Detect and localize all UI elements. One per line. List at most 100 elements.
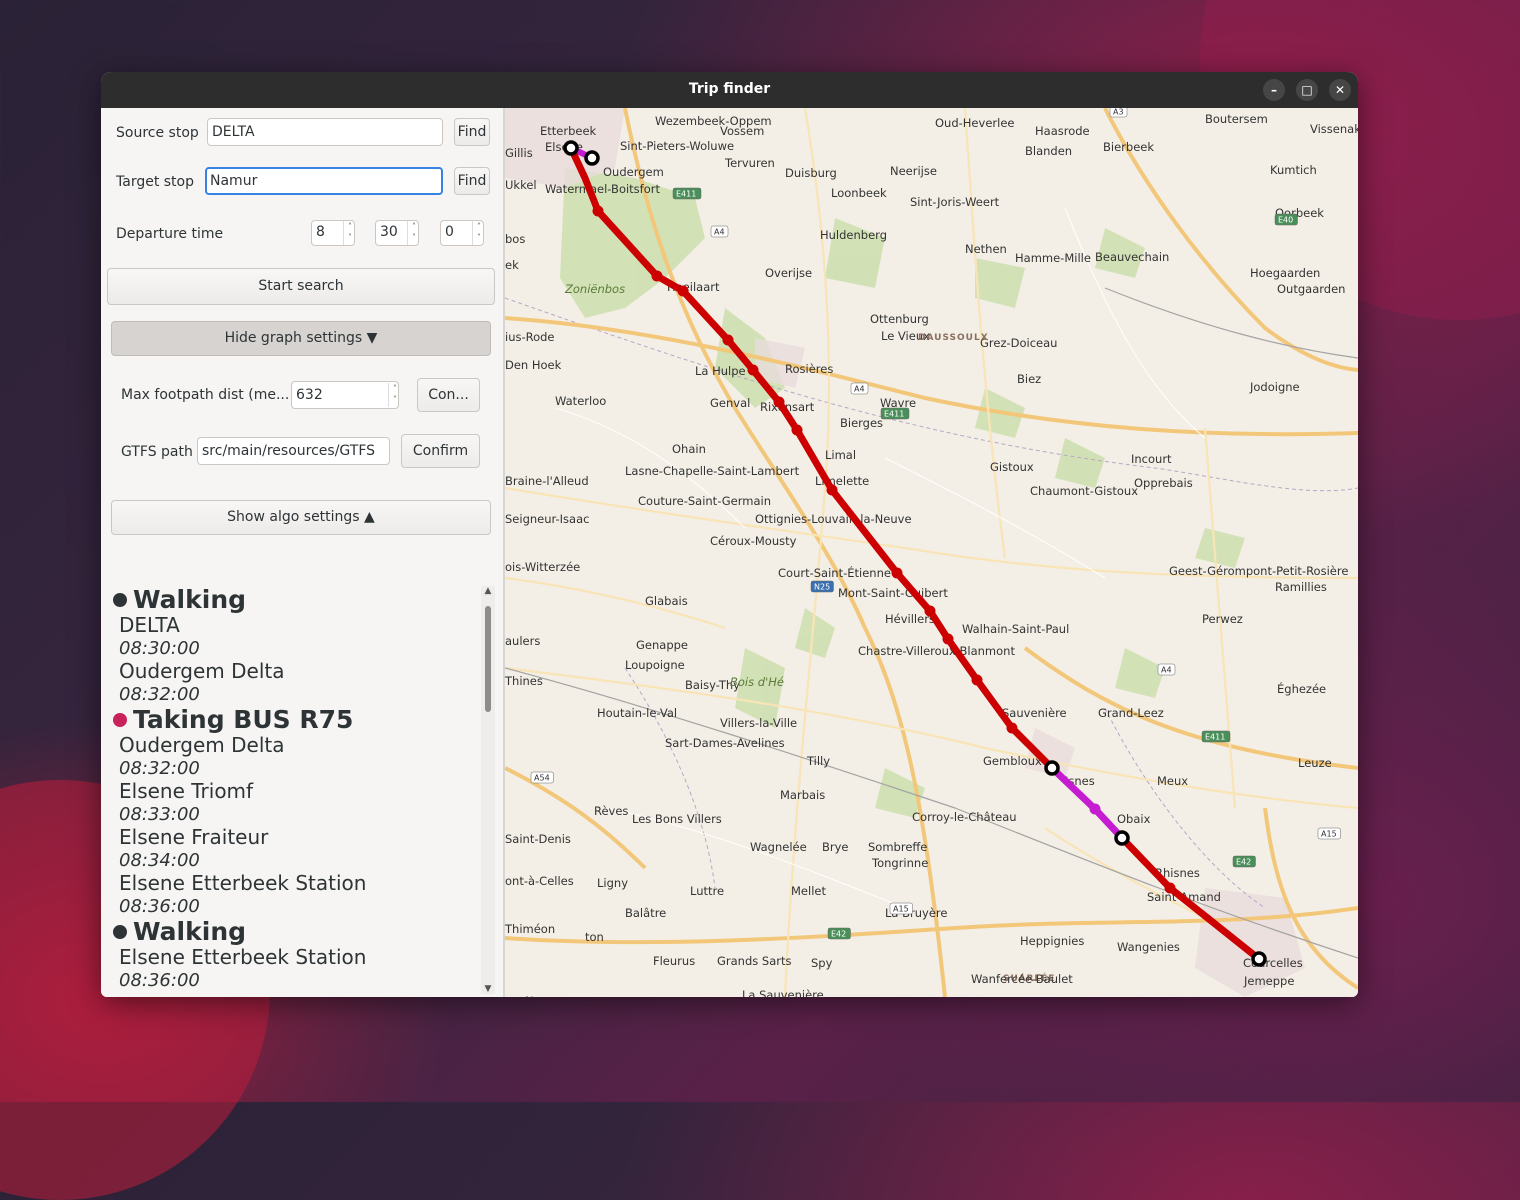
map-place-label: Vissenaken bbox=[1310, 122, 1358, 136]
road-shield-label: N25 bbox=[814, 583, 830, 592]
map-place-label: Genappe bbox=[636, 638, 688, 652]
start-search-button[interactable]: Start search bbox=[107, 268, 495, 305]
route-stop-marker[interactable] bbox=[791, 424, 803, 436]
target-stop-input[interactable]: Namur bbox=[205, 167, 443, 195]
map-place-label: ois-Witterzée bbox=[505, 560, 580, 574]
route-stop-marker[interactable] bbox=[891, 567, 903, 579]
route-stop-marker[interactable] bbox=[592, 205, 604, 217]
route-stop-marker[interactable] bbox=[722, 334, 734, 346]
find-target-button[interactable]: Find bbox=[454, 167, 490, 195]
map-place-label: Heppignies bbox=[1020, 934, 1084, 948]
close-button[interactable]: ✕ bbox=[1329, 79, 1351, 101]
transfer-point-marker[interactable] bbox=[584, 150, 600, 166]
map-place-label: Chaumont-Gistoux bbox=[1030, 484, 1138, 498]
map-place-label: Tervuren bbox=[724, 156, 775, 170]
trip-results-list[interactable]: Walking DELTA 08:30:00 Oudergem Delta 08:32:… bbox=[109, 586, 481, 994]
control-panel: Source stop DELTA Find Target stop Namur… bbox=[101, 108, 503, 997]
stop-time: 08:32:00 bbox=[119, 684, 200, 705]
minimize-button[interactable]: – bbox=[1263, 79, 1285, 101]
map-place-label: Waterloo bbox=[555, 394, 606, 408]
map-place-label: Villers-la-Ville bbox=[720, 716, 797, 730]
max-footpath-spinner[interactable]: 632 bbox=[291, 381, 399, 409]
map-place-label: Duisburg bbox=[785, 166, 837, 180]
source-stop-label: Source stop bbox=[116, 125, 199, 141]
second-spin-arrows-icon[interactable]: ˄ ˅ bbox=[472, 221, 485, 245]
map-place-label: Mont-Saint-Guibert bbox=[838, 586, 948, 600]
close-icon: ✕ bbox=[1334, 83, 1346, 97]
gtfs-confirm-button[interactable]: Confirm bbox=[401, 434, 480, 468]
departure-hour-value: 8 bbox=[316, 224, 325, 240]
map-place-label: Perwez bbox=[1202, 612, 1243, 626]
stop-name: Elsene Fraiteur bbox=[119, 825, 269, 849]
transfer-point-marker[interactable] bbox=[1044, 760, 1060, 776]
find-source-button[interactable]: Find bbox=[454, 118, 490, 146]
titlebar[interactable]: Trip finder – □ ✕ bbox=[101, 72, 1358, 108]
map-place-label: Kumtich bbox=[1270, 163, 1317, 177]
leg-header: Walking bbox=[109, 918, 481, 946]
route-stop-marker[interactable] bbox=[677, 285, 689, 297]
map-place-label: Beauvechain bbox=[1095, 250, 1169, 264]
map-view[interactable]: Etterbeek Wezembeek-Oppem Vossem Oud-Heverl… bbox=[505, 108, 1358, 997]
map-place-label: Blanden bbox=[1025, 144, 1072, 158]
map-place-label: Neerijse bbox=[890, 164, 937, 178]
show-algo-settings-button[interactable]: Show algo settings ▲ bbox=[111, 500, 491, 535]
map-place-label: DAUSSOULX bbox=[918, 333, 989, 343]
hour-spin-arrows-icon[interactable]: ˄ ˅ bbox=[343, 221, 356, 245]
source-stop-input[interactable]: DELTA bbox=[207, 118, 443, 146]
maximize-button[interactable]: □ bbox=[1296, 79, 1318, 101]
map-place-label: Etterbeek bbox=[540, 124, 597, 138]
map-place-label: Wagnelée bbox=[750, 840, 807, 854]
minute-spin-arrows-icon[interactable]: ˄ ˅ bbox=[407, 221, 420, 245]
scrollbar-thumb[interactable] bbox=[485, 606, 491, 712]
scroll-up-icon[interactable]: ▲ bbox=[481, 586, 495, 596]
map-place-label: Leuze bbox=[1298, 756, 1332, 770]
results-scrollbar[interactable]: ▲ ▼ bbox=[481, 586, 495, 994]
map-place-label: Les Bons Villers bbox=[632, 812, 722, 826]
route-stop-marker[interactable] bbox=[942, 633, 954, 645]
map-place-label: Hoegaarden bbox=[1250, 266, 1320, 280]
map-place-label: Grands Sarts bbox=[717, 954, 792, 968]
route-stop-marker[interactable] bbox=[773, 396, 785, 408]
transfer-point-marker[interactable] bbox=[563, 140, 579, 156]
road-shield-label: A4 bbox=[714, 228, 725, 237]
stop-name: Elsene Triomf bbox=[119, 779, 254, 803]
transfer-point-marker[interactable] bbox=[1251, 951, 1267, 967]
route-stop-marker[interactable] bbox=[1006, 722, 1018, 734]
route-stop-marker[interactable] bbox=[924, 605, 936, 617]
map-place-label: Jodoigne bbox=[1249, 380, 1300, 394]
leg-mode-label: Walking bbox=[133, 917, 247, 946]
scroll-down-icon[interactable]: ▼ bbox=[481, 984, 495, 994]
map-place-label: Rèves bbox=[594, 804, 628, 818]
road-shield-label: A3 bbox=[1113, 108, 1124, 117]
route-stop-marker[interactable] bbox=[971, 674, 983, 686]
map-place-label: Ottignies-Louvain-la-Neuve bbox=[755, 512, 912, 526]
stop-time: 08:34:00 bbox=[119, 850, 200, 871]
map-place-label: Lasne-Chapelle-Saint-Lambert bbox=[625, 464, 800, 478]
road-shield-label: A54 bbox=[534, 774, 550, 783]
route-stop-marker[interactable] bbox=[1164, 882, 1176, 894]
leg-mode-dot-icon bbox=[113, 925, 127, 939]
max-footpath-value: 632 bbox=[296, 387, 323, 403]
route-stop-marker[interactable] bbox=[1089, 803, 1101, 815]
stop-time: 08:32:00 bbox=[119, 758, 200, 779]
hide-graph-settings-button[interactable]: Hide graph settings ▼ bbox=[111, 321, 491, 356]
footpath-confirm-button[interactable]: Con... bbox=[417, 378, 480, 412]
road-shield-label: E411 bbox=[1205, 733, 1225, 742]
map-place-label: Oudergem bbox=[603, 165, 664, 179]
route-stop-marker[interactable] bbox=[651, 270, 663, 282]
map-place-label: Rosières bbox=[785, 362, 833, 376]
route-stop-marker[interactable] bbox=[826, 484, 838, 496]
map-place-label: Gillis bbox=[505, 146, 533, 160]
map-canvas[interactable]: EtterbeekWezembeek-OppemVossemOud-Heverl… bbox=[505, 108, 1358, 997]
map-place-label: Fleurus bbox=[653, 954, 695, 968]
map-place-label: Zoniënbos bbox=[564, 282, 625, 296]
gtfs-path-input[interactable]: src/main/resources/GTFS bbox=[197, 437, 390, 465]
map-place-label: La Sauvenière bbox=[742, 988, 824, 997]
map-place-label: Houtain-le-Val bbox=[597, 706, 677, 720]
stop-time: 08:33:00 bbox=[119, 804, 200, 825]
map-place-label: Walhain-Saint-Paul bbox=[962, 622, 1069, 636]
footpath-spin-arrows-icon[interactable]: ˄ ˅ bbox=[388, 383, 401, 407]
route-stop-marker[interactable] bbox=[747, 364, 759, 376]
map-place-label: ius-Rode bbox=[505, 330, 555, 344]
transfer-point-marker[interactable] bbox=[1114, 830, 1130, 846]
